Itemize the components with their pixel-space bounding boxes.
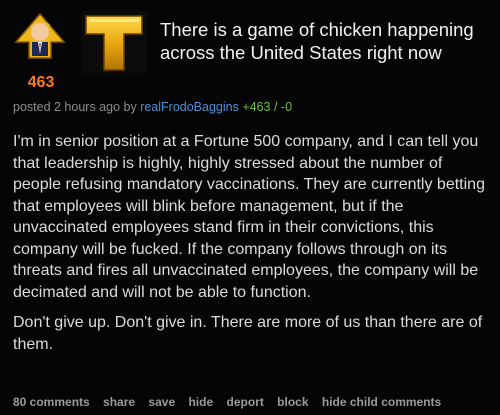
comments-link[interactable]: 80 comments <box>13 395 90 409</box>
author-link[interactable]: realFrodoBaggins <box>140 100 239 114</box>
posted-time-text: posted 2 hours ago by <box>13 100 141 114</box>
vote-column: 463 <box>10 12 72 92</box>
post-score: 463 <box>27 74 55 91</box>
hide-child-comments-link[interactable]: hide child comments <box>322 395 441 409</box>
post-actions: 80 comments share save hide deport block… <box>13 395 451 409</box>
body-paragraph: I'm in senior position at a Fortune 500 … <box>13 133 485 301</box>
body-paragraph: Don't give up. Don't give in. There are … <box>13 314 483 353</box>
block-link[interactable]: block <box>277 395 308 409</box>
post-body: I'm in senior position at a Fortune 500 … <box>13 131 493 364</box>
points-breakdown: +463 / -0 <box>242 100 293 114</box>
share-link[interactable]: share <box>103 395 135 409</box>
post-container: 463 There is a game of chicken happening… <box>0 0 500 415</box>
deport-link[interactable]: deport <box>226 395 263 409</box>
post-meta: posted 2 hours ago by realFrodoBaggins +… <box>13 100 292 114</box>
save-link[interactable]: save <box>148 395 175 409</box>
upvote-arrow-icon[interactable] <box>14 12 66 60</box>
hide-link[interactable]: hide <box>188 395 213 409</box>
post-title[interactable]: There is a game of chicken happening acr… <box>160 18 490 64</box>
gold-letter-t-icon[interactable] <box>80 10 148 76</box>
